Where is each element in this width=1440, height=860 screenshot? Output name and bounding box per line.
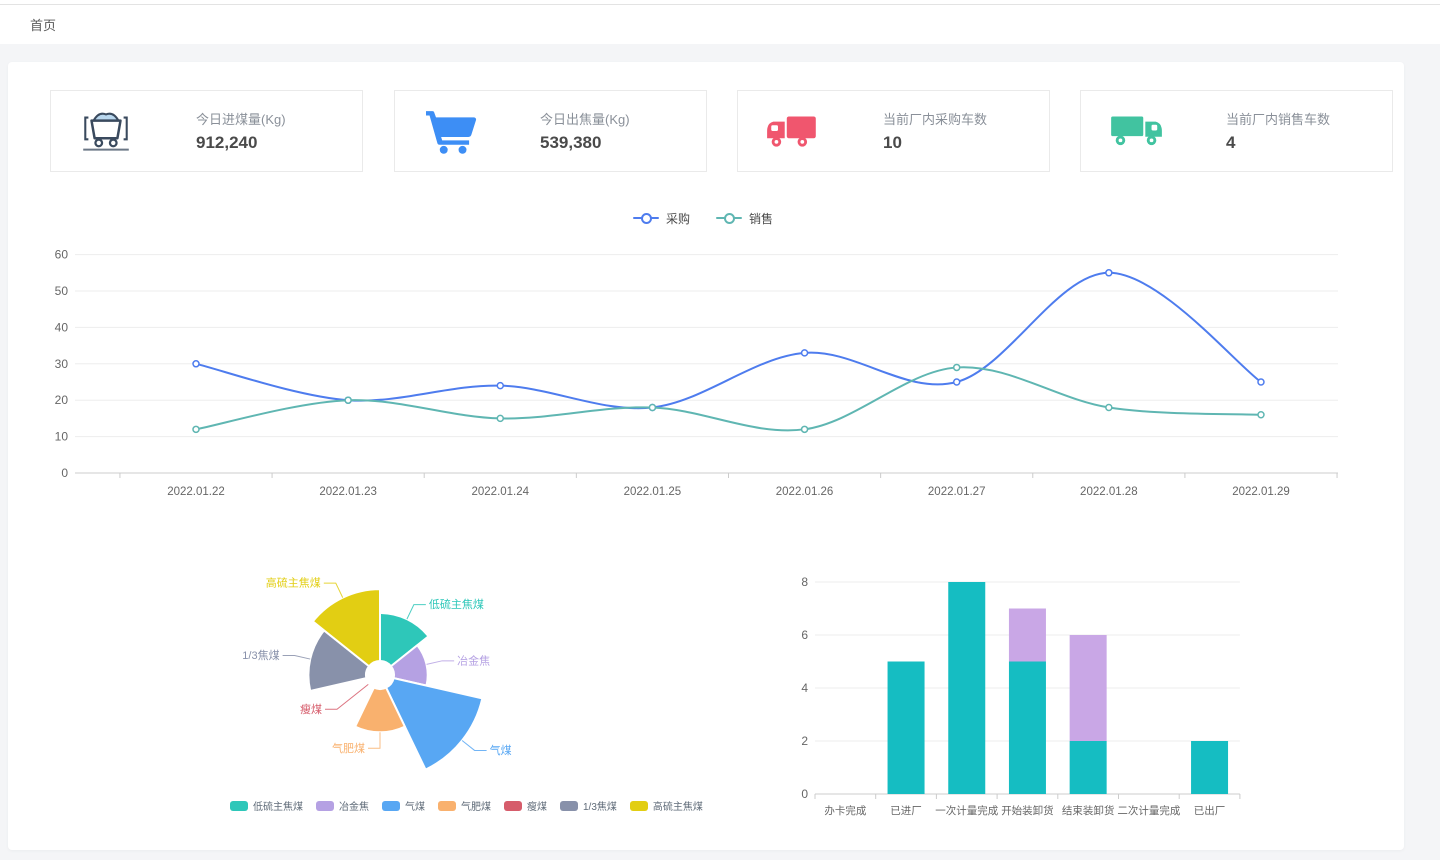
svg-text:结束装卸货: 结束装卸货 — [1062, 804, 1115, 817]
main-panel: 今日进煤量(Kg) 912,240 今日出焦量(Kg) 539,380 — [8, 62, 1404, 850]
svg-text:冶金焦: 冶金焦 — [457, 653, 490, 667]
pie-legend-label: 高硫主焦煤 — [653, 798, 703, 813]
pie-legend-label: 瘦煤 — [527, 798, 547, 813]
pie-slice-瘦煤 — [365, 678, 374, 688]
svg-text:20: 20 — [55, 393, 69, 407]
svg-text:二次计量完成: 二次计量完成 — [1117, 804, 1180, 817]
svg-text:气肥煤: 气肥煤 — [332, 741, 365, 755]
stat-value: 4 — [1226, 133, 1358, 153]
svg-text:1/3焦煤: 1/3焦煤 — [242, 649, 279, 662]
pie-legend-item-冶金焦[interactable]: 冶金焦 — [316, 798, 369, 813]
legend-label: 采购 — [666, 210, 690, 227]
pie-legend-item-瘦煤[interactable]: 瘦煤 — [504, 798, 547, 813]
stat-label: 今日进煤量(Kg) — [196, 109, 328, 128]
svg-text:气煤: 气煤 — [490, 743, 512, 757]
stat-value: 539,380 — [540, 133, 672, 153]
svg-text:0: 0 — [801, 787, 808, 801]
pie-legend-label: 气肥煤 — [461, 798, 491, 813]
bar-已出厂 — [1191, 741, 1228, 794]
line-chart-legend: 采购 销售 — [48, 208, 1358, 228]
bar-一次计量完成 — [948, 582, 985, 794]
pie-legend-item-低硫主焦煤[interactable]: 低硫主焦煤 — [230, 798, 303, 813]
legend-label: 销售 — [749, 210, 773, 227]
bar-结束装卸货 — [1070, 741, 1107, 794]
svg-text:2022.01.22: 2022.01.22 — [167, 486, 225, 498]
top-divider — [0, 4, 1440, 5]
svg-text:2022.01.29: 2022.01.29 — [1232, 486, 1290, 498]
stat-card-purchase-trucks: 当前厂内采购车数 10 — [737, 90, 1050, 172]
svg-text:60: 60 — [55, 248, 69, 262]
svg-text:30: 30 — [55, 357, 69, 371]
svg-text:10: 10 — [55, 430, 69, 444]
svg-text:高硫主焦煤: 高硫主焦煤 — [266, 576, 321, 590]
svg-text:2022.01.26: 2022.01.26 — [776, 486, 834, 498]
stat-value: 10 — [883, 133, 1015, 153]
svg-text:已出厂: 已出厂 — [1194, 804, 1226, 817]
svg-text:2022.01.25: 2022.01.25 — [624, 486, 682, 498]
stat-label: 当前厂内销售车数 — [1226, 109, 1358, 128]
stat-value: 912,240 — [196, 133, 328, 153]
svg-text:2022.01.28: 2022.01.28 — [1080, 486, 1138, 498]
pie-legend-label: 低硫主焦煤 — [253, 798, 303, 813]
bar-已进厂 — [888, 662, 925, 795]
legend-item-销售[interactable]: 销售 — [716, 210, 773, 227]
svg-text:一次计量完成: 一次计量完成 — [935, 804, 998, 817]
svg-text:2: 2 — [801, 734, 808, 748]
stat-label: 当前厂内采购车数 — [883, 109, 1015, 128]
pie-legend-label: 气煤 — [405, 798, 425, 813]
pie-chart-legend: 低硫主焦煤 冶金焦 气煤 气肥煤 瘦煤 1/3焦煤 高硫主焦煤 — [230, 798, 703, 813]
legend-item-采购[interactable]: 采购 — [633, 210, 690, 227]
purchase-sales-line-chart[interactable]: 0 10 20 30 40 50 60 2022.01.22 2022.01.23 2022.01… — [48, 240, 1358, 520]
svg-text:4: 4 — [801, 681, 808, 695]
svg-text:已进厂: 已进厂 — [890, 805, 922, 817]
top-bar: 首页 — [0, 0, 1440, 44]
coal-cart-icon — [77, 107, 135, 155]
pie-legend-item-1/3焦煤[interactable]: 1/3焦煤 — [560, 798, 617, 813]
pie-legend-label: 1/3焦煤 — [583, 798, 617, 813]
truck-left-icon — [764, 107, 822, 155]
pie-legend-label: 冶金焦 — [339, 798, 369, 813]
pie-legend-item-气煤[interactable]: 气煤 — [382, 798, 425, 813]
svg-text:办卡完成: 办卡完成 — [824, 804, 866, 817]
coal-type-rose-pie-chart[interactable]: 低硫主焦煤冶金焦气煤 气肥煤 瘦煤 1/3焦煤 高硫主焦煤 — [158, 562, 618, 802]
stat-card-coal-in: 今日进煤量(Kg) 912,240 — [50, 90, 363, 172]
svg-text:6: 6 — [801, 628, 808, 642]
svg-text:低硫主焦煤: 低硫主焦煤 — [429, 597, 484, 611]
breadcrumb-home[interactable]: 首页 — [30, 15, 56, 34]
truck-status-bar-chart[interactable]: 0 2 4 6 8 办卡完成 已进厂 一次计量完成开始装卸货结束装卸货二次计量完成 已出厂 — [788, 562, 1368, 832]
shopping-cart-icon — [421, 107, 479, 155]
bar-开始装卸货 — [1009, 609, 1046, 662]
svg-text:瘦煤: 瘦煤 — [300, 702, 322, 716]
svg-text:40: 40 — [55, 320, 69, 334]
stat-label: 今日出焦量(Kg) — [540, 109, 672, 128]
pie-legend-item-气肥煤[interactable]: 气肥煤 — [438, 798, 491, 813]
svg-text:2022.01.27: 2022.01.27 — [928, 486, 986, 498]
svg-text:8: 8 — [801, 575, 808, 589]
truck-right-icon — [1107, 107, 1165, 155]
pie-legend-item-高硫主焦煤[interactable]: 高硫主焦煤 — [630, 798, 703, 813]
svg-text:2022.01.24: 2022.01.24 — [471, 486, 529, 498]
svg-text:0: 0 — [61, 466, 68, 480]
stat-card-sales-trucks: 当前厂内销售车数 4 — [1080, 90, 1393, 172]
stat-card-coke-out: 今日出焦量(Kg) 539,380 — [394, 90, 707, 172]
svg-text:2022.01.23: 2022.01.23 — [319, 486, 377, 498]
bar-结束装卸货 — [1070, 635, 1107, 741]
svg-text:50: 50 — [55, 284, 69, 298]
svg-text:开始装卸货: 开始装卸货 — [1001, 804, 1054, 817]
bar-开始装卸货 — [1009, 662, 1046, 795]
